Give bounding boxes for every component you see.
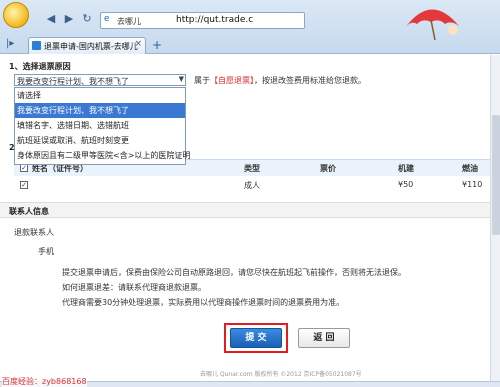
browser-logo-icon <box>3 2 29 28</box>
header-type: 类型 <box>244 164 260 173</box>
select-all-checkbox[interactable]: ✓ <box>20 164 28 172</box>
phone-label: 手机 <box>38 247 54 256</box>
reason-dropdown-list: 请选择 我要改变行程计划、我不想飞了 填错名字、选错日期、选错航班 航班延误或取… <box>14 87 190 165</box>
browser-chrome: ◀ ▶ ↻ e 去哪儿 http://qut.trade.c |▸ 退票申请-国… <box>0 0 500 54</box>
submit-button[interactable]: 提 交 <box>230 328 282 348</box>
tab-refund[interactable]: 退票申请-国内机票-去哪儿 × <box>28 37 146 54</box>
address-url: http://qut.trade.c <box>176 15 254 25</box>
page-content: 1、选择退票原因 我要改变行程计划、我不想飞了 ▼ 属于【自愿退票】，按退改签费… <box>0 55 490 381</box>
back-arrow-icon[interactable]: ◀ <box>44 12 58 26</box>
dropdown-option[interactable]: 请选择 <box>15 88 185 103</box>
watermark-caption: 百度经验：zyb868168 <box>2 376 87 387</box>
tab-bar: |▸ 退票申请-国内机票-去哪儿 × + <box>0 35 500 54</box>
header-tax: 机建 <box>398 164 414 173</box>
contact-title: 联系人信息 <box>9 207 49 216</box>
cell-type: 成人 <box>244 181 260 190</box>
refund-contact-label: 退款联系人 <box>14 228 54 237</box>
sidebar-toggle-icon[interactable]: |▸ <box>6 38 14 49</box>
cell-tax: ¥50 <box>398 180 414 189</box>
cell-fuel: ¥110 <box>462 180 483 189</box>
umbrella-decoration-icon <box>405 9 459 40</box>
scrollbar-thumb[interactable] <box>492 115 500 235</box>
refund-notes: 提交退票申请后，保费由保险公司自动原路退回，请您尽快在航班起飞前操作，否则将无法… <box>62 265 406 310</box>
hint-suffix: ，按退改签费用标准给您退款。 <box>254 76 366 85</box>
contact-section-header: 联系人信息 <box>0 202 490 218</box>
hint-prefix: 属于 <box>194 76 210 85</box>
select-value: 我要改变行程计划、我不想飞了 <box>17 77 129 86</box>
note-line: 如何退票退差：请联系代理商退款退票。 <box>62 283 206 292</box>
chevron-down-icon[interactable]: ▼ <box>179 75 184 83</box>
passenger-checkbox[interactable]: ✓ <box>20 181 28 189</box>
refresh-icon[interactable]: ↻ <box>80 12 94 26</box>
note-line: 提交退票申请后，保费由保险公司自动原路退回，请您尽快在航班起飞前操作，否则将无法… <box>62 268 406 277</box>
dropdown-option[interactable]: 填错名字、选错日期、选错航班 <box>15 118 185 133</box>
header-price: 票价 <box>320 164 336 173</box>
refund-hint: 属于【自愿退票】，按退改签费用标准给您退款。 <box>194 75 366 86</box>
dropdown-option-selected[interactable]: 我要改变行程计划、我不想飞了 <box>15 103 185 118</box>
vertical-scrollbar[interactable] <box>490 55 500 381</box>
submit-highlight: 提 交 <box>224 323 288 353</box>
footer-copyright: 去哪儿 Qunar.com 版权所有 ©2012 京ICP备05021087号 <box>200 371 362 378</box>
hint-voluntary: 【自愿退票】 <box>210 76 254 85</box>
note-line: 代理商需要30分钟处理退票，实际费用以代理商操作退票时间的退票费用为准。 <box>62 298 345 307</box>
tab-title: 退票申请-国内机票-去哪儿 <box>44 42 138 51</box>
address-bar[interactable]: e 去哪儿 http://qut.trade.c <box>100 12 305 29</box>
tab-favicon-icon <box>32 41 41 50</box>
tab-close-icon[interactable]: × <box>134 39 142 49</box>
forward-arrow-icon[interactable]: ▶ <box>62 12 76 26</box>
table-row: ✓ 成人 ¥50 ¥110 <box>14 176 490 194</box>
address-domain: 去哪儿 <box>117 17 141 26</box>
dropdown-option[interactable]: 航班延误或取消、航班时刻变更 <box>15 133 185 148</box>
section-title-reason: 1、选择退票原因 <box>9 62 71 71</box>
back-button[interactable]: 返 回 <box>298 328 350 348</box>
header-fuel: 燃油 <box>462 164 478 173</box>
refund-reason-select[interactable]: 我要改变行程计划、我不想飞了 ▼ <box>14 74 186 86</box>
page-favicon-icon: e <box>104 14 110 24</box>
new-tab-button[interactable]: + <box>152 38 162 52</box>
dropdown-option[interactable]: 身体原因且有二级甲等医院<含>以上的医院证明 <box>15 148 190 163</box>
